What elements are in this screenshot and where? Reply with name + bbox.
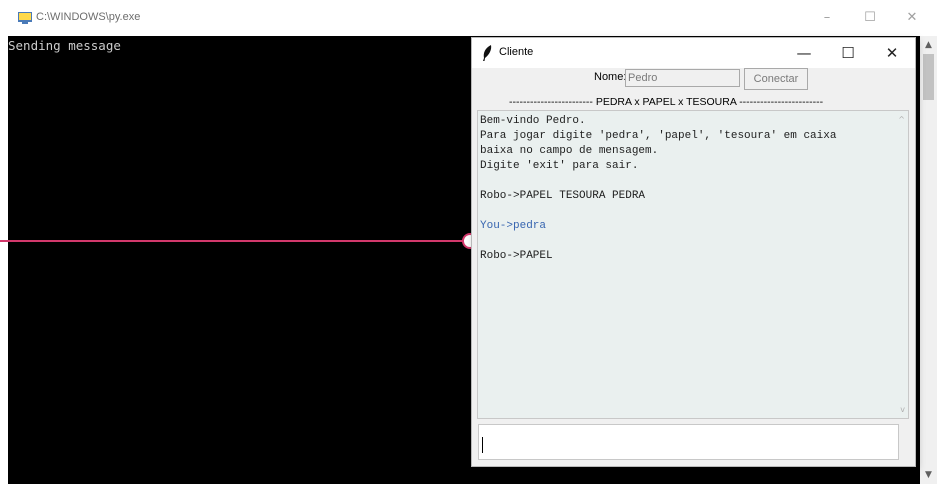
console-close-button[interactable]: ✕: [897, 8, 927, 28]
message-line: baixa no campo de mensagem.: [480, 145, 659, 157]
name-field[interactable]: [625, 69, 740, 87]
message-line: Bem-vindo Pedro.: [480, 115, 586, 127]
python-terminal-icon: [18, 12, 32, 24]
console-minimize-button[interactable]: –: [812, 8, 842, 28]
client-minimize-button[interactable]: —: [782, 38, 826, 68]
message-line: Robo->PAPEL TESOURA PEDRA: [480, 190, 646, 202]
console-output-text: Sending message: [8, 38, 121, 53]
console-title: C:\WINDOWS\py.exe: [36, 11, 141, 23]
client-titlebar: Cliente — ☐ ✕: [472, 38, 915, 68]
feather-icon: [483, 45, 492, 61]
message-scroll-up-icon[interactable]: ^: [898, 115, 905, 124]
console-titlebar: C:\WINDOWS\py.exe – ☐ ✕: [0, 0, 937, 36]
text-caret: [482, 437, 483, 453]
client-window: Cliente — ☐ ✕ Nome: Conectar -----------…: [472, 38, 915, 466]
message-input[interactable]: [478, 424, 899, 460]
client-maximize-button[interactable]: ☐: [826, 38, 870, 68]
console-scrollbar[interactable]: ▲ ▼: [920, 36, 937, 484]
message-scroll-down-icon[interactable]: v: [900, 405, 905, 414]
message-log[interactable]: Bem-vindo Pedro. Para jogar digite 'pedra…: [477, 110, 909, 419]
client-title: Cliente: [499, 46, 534, 58]
scroll-up-arrow-icon[interactable]: ▲: [920, 38, 937, 52]
client-close-button[interactable]: ✕: [870, 38, 914, 68]
scrollbar-thumb[interactable]: [923, 54, 934, 100]
connect-button[interactable]: Conectar: [744, 68, 808, 90]
scroll-down-arrow-icon[interactable]: ▼: [920, 468, 937, 482]
game-heading: ------------------------ PEDRA x PAPEL x…: [509, 96, 824, 108]
message-line: Digite 'exit' para sair.: [480, 160, 639, 172]
pointer-line: [0, 240, 464, 242]
message-list: Bem-vindo Pedro. Para jogar digite 'pedra…: [480, 114, 895, 264]
message-line: Robo->PAPEL: [480, 250, 553, 262]
name-label: Nome:: [594, 71, 627, 83]
message-line: You->pedra: [480, 220, 547, 232]
message-line: Para jogar digite 'pedra', 'papel', 'tes…: [480, 130, 837, 142]
console-maximize-button[interactable]: ☐: [855, 8, 885, 28]
